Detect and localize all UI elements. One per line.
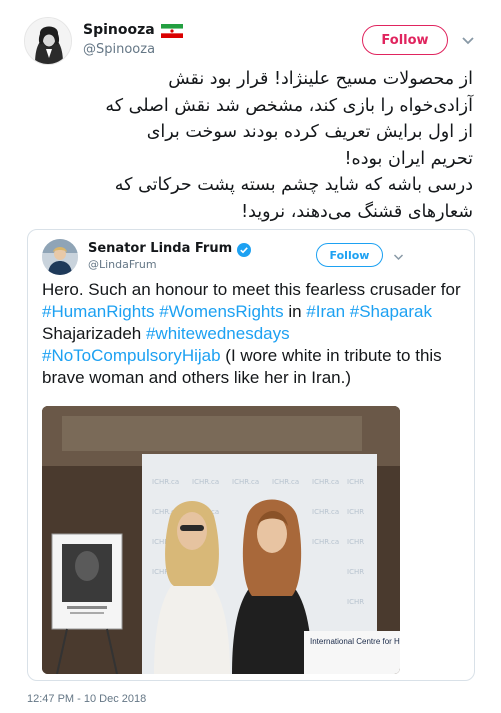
author-handle[interactable]: @Spinooza bbox=[83, 42, 155, 57]
author-name-row: Spinooza bbox=[83, 22, 183, 38]
tweet-timestamp[interactable]: 12:47 PM - 10 Dec 2018 bbox=[27, 693, 146, 705]
tweet-line: درسی باشه که شاید چشم بسته پشت حرکاتی که bbox=[114, 175, 473, 195]
tweet-line: از اول برایش تعریف کرده بودند سوخت برای bbox=[146, 122, 473, 142]
chevron-down-icon[interactable] bbox=[460, 32, 476, 48]
svg-text:ICHR.ca: ICHR.ca bbox=[312, 478, 339, 486]
svg-text:ICHR: ICHR bbox=[347, 508, 364, 516]
hashtag-link[interactable]: #whitewednesdays bbox=[146, 324, 290, 343]
svg-text:ICHR: ICHR bbox=[347, 478, 364, 486]
quoted-text: Hero. Such an honour to meet this fearle… bbox=[42, 279, 462, 389]
hashtag-link[interactable]: #HumanRights bbox=[42, 302, 154, 321]
hashtag-link[interactable]: #Iran bbox=[306, 302, 345, 321]
quoted-text-part: in bbox=[283, 302, 307, 321]
quoted-text-part: Shajarizadeh bbox=[42, 324, 146, 343]
tweet-text: از محصولات مسیح علینژاد! قرار بود نقش آز… bbox=[22, 66, 473, 225]
tweet-line: از محصولات مسیح علینژاد! قرار بود نقش bbox=[168, 69, 473, 89]
svg-text:ICHR: ICHR bbox=[347, 598, 364, 606]
tweet-line: تحریم ایران بوده! bbox=[344, 148, 473, 169]
quoted-name-row: Senator Linda Frum bbox=[88, 241, 252, 257]
quoted-text-part: Hero. Such an honour to meet this fearle… bbox=[42, 280, 461, 299]
tweet-line: آزادی‌خواه را بازی کند، مشخص شد نقش اصلی… bbox=[105, 95, 473, 116]
author-avatar[interactable] bbox=[24, 17, 72, 65]
quoted-author-avatar[interactable] bbox=[42, 239, 78, 275]
tweet-card: Spinooza @Spinooza Follow از محصولات مسی… bbox=[0, 0, 501, 713]
chevron-down-icon[interactable] bbox=[392, 248, 405, 261]
hashtag-link[interactable]: #NoToCompulsoryHijab bbox=[42, 346, 221, 365]
quoted-handle[interactable]: @LindaFrum bbox=[88, 258, 157, 271]
photo-sign-text: International Centre for Human Rights bbox=[310, 637, 400, 646]
verified-badge-icon bbox=[237, 242, 252, 257]
svg-text:ICHR: ICHR bbox=[347, 538, 364, 546]
quoted-follow-button[interactable]: Follow bbox=[316, 243, 383, 267]
flag-iran-icon bbox=[160, 23, 183, 38]
quoted-tweet[interactable]: Senator Linda Frum @LindaFrum Follow Her… bbox=[27, 229, 475, 681]
quoted-display-name[interactable]: Senator Linda Frum bbox=[88, 241, 232, 256]
hashtag-link[interactable]: #WomensRights bbox=[159, 302, 283, 321]
svg-text:ICHR.ca: ICHR.ca bbox=[272, 478, 299, 486]
follow-button[interactable]: Follow bbox=[362, 25, 448, 55]
author-display-name[interactable]: Spinooza bbox=[83, 22, 155, 38]
svg-text:ICHR: ICHR bbox=[347, 568, 364, 576]
hashtag-link[interactable]: #Shaparak bbox=[350, 302, 432, 321]
svg-text:ICHR.ca: ICHR.ca bbox=[232, 478, 259, 486]
tweet-line: شعارهای قشنگ می‌دهند، نروید! bbox=[241, 201, 473, 222]
svg-text:ICHR.ca: ICHR.ca bbox=[312, 508, 339, 516]
svg-text:ICHR.ca: ICHR.ca bbox=[312, 538, 339, 546]
svg-text:ICHR.ca: ICHR.ca bbox=[152, 478, 179, 486]
tweet-photo[interactable]: ICHR.ca ICHR.ca ICHR.ca ICHR.ca ICHR.ca ICHR … bbox=[42, 406, 400, 674]
svg-text:ICHR.ca: ICHR.ca bbox=[192, 478, 219, 486]
